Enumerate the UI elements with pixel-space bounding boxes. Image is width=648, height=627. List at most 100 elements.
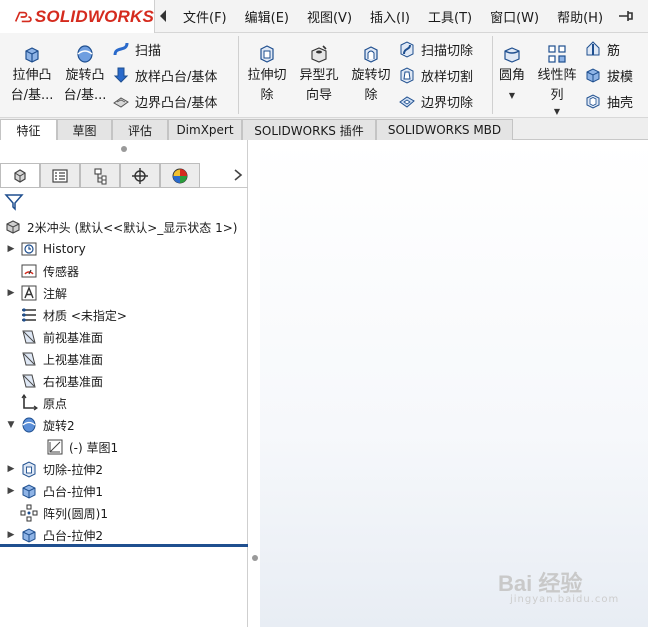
tab-dimxpert-manager[interactable]: [120, 163, 160, 188]
fillet-button[interactable]: 圆角 ▼: [494, 37, 530, 106]
tree-root-part[interactable]: 2米冲头 (默认<<默认>_显示状态 1>): [4, 216, 237, 238]
tree-item-circular-pattern1[interactable]: 阵列(圆周)1: [20, 502, 108, 524]
tree-item-annotations[interactable]: ▶ 注解: [6, 282, 67, 304]
feature-manager-panel: 2米冲头 (默认<<默认>_显示状态 1>) ▶ History 传感器 ▶ 注…: [0, 140, 248, 627]
extrude-boss-button[interactable]: 拉伸凸 台/基...: [6, 37, 58, 106]
lofted-cut-label: 放样切割: [421, 69, 474, 85]
panel-resize-handle[interactable]: [121, 146, 127, 152]
shell-label: 抽壳: [607, 95, 634, 111]
expand-arrow-icon[interactable]: ▶: [6, 464, 16, 474]
menu-edit[interactable]: 编辑(E): [245, 7, 289, 26]
draft-button[interactable]: 拔模: [584, 64, 633, 86]
sweep-label: 扫描: [135, 43, 162, 59]
tab-solidworks-mbd-label: SOLIDWORKS MBD: [387, 123, 502, 137]
tab-features[interactable]: 特征: [0, 119, 57, 140]
tree-item-origin[interactable]: 原点: [20, 392, 67, 414]
filter-icon[interactable]: [4, 192, 24, 212]
lofted-cut-icon: [400, 67, 414, 84]
tab-solidworks-addins[interactable]: SOLIDWORKS 插件: [242, 119, 376, 140]
tab-configuration-manager[interactable]: [80, 163, 120, 188]
part-icon: [6, 220, 20, 234]
revolve-cut-button[interactable]: 旋转切 除: [346, 37, 396, 106]
tree-item-sketch1[interactable]: (-) 草图1: [46, 436, 118, 458]
sensors-label: 传感器: [43, 264, 80, 279]
tree-item-boss-extrude2[interactable]: ▶ 凸台-拉伸2: [6, 524, 103, 546]
tab-property-manager[interactable]: [40, 163, 80, 188]
expand-arrow-icon[interactable]: ▶: [6, 288, 16, 298]
lofted-cut-button[interactable]: 放样切割: [398, 64, 473, 86]
tab-dimxpert[interactable]: DimXpert: [168, 119, 242, 140]
fillet-dropdown-caret-icon[interactable]: ▼: [509, 86, 515, 106]
plane-icon: [22, 352, 36, 366]
pin-icon[interactable]: [618, 9, 634, 23]
cut-extrude-icon: [22, 461, 36, 478]
watermark-subtext: jingyan.baidu.com: [510, 594, 620, 605]
boundary-cut-button[interactable]: 边界切除: [398, 90, 473, 112]
sketch-icon: [47, 439, 63, 455]
expand-arrow-icon[interactable]: ▶: [6, 244, 16, 254]
tab-sketch[interactable]: 草图: [57, 119, 112, 140]
material-label: 材质 <未指定>: [43, 308, 127, 323]
tab-evaluate[interactable]: 评估: [112, 119, 168, 140]
draft-icon: [586, 68, 600, 83]
rib-button[interactable]: 筋: [584, 38, 620, 60]
hole-wizard-button[interactable]: 异型孔 向导: [294, 37, 344, 106]
tab-display-manager[interactable]: [160, 163, 200, 188]
right-plane-label: 右视基准面: [43, 374, 104, 389]
tab-solidworks-addins-label: SOLIDWORKS 插件: [254, 123, 364, 138]
tree-item-revolve2[interactable]: ▼ 旋转2: [6, 414, 75, 436]
rib-icon: [586, 41, 600, 56]
tree-item-boss-extrude1[interactable]: ▶ 凸台-拉伸1: [6, 480, 103, 502]
annotation-icon: [21, 285, 37, 301]
ds-logo-icon: [14, 11, 32, 22]
tree-item-material[interactable]: 材质 <未指定>: [20, 304, 127, 326]
shell-button[interactable]: 抽壳: [584, 90, 633, 112]
swept-cut-button[interactable]: 扫描切除: [398, 38, 473, 60]
linear-pattern-button[interactable]: 线性阵 列 ▼: [534, 37, 580, 122]
material-icon: [22, 308, 36, 322]
sweep-icon: [113, 42, 129, 56]
graphics-area[interactable]: [260, 140, 648, 627]
rib-label: 筋: [607, 43, 621, 59]
panel-splitter[interactable]: [248, 140, 260, 627]
tree-item-sensors[interactable]: 传感器: [20, 260, 79, 282]
tree-item-top-plane[interactable]: 上视基准面: [20, 348, 103, 370]
extrude-cut-button[interactable]: 拉伸切 除: [242, 37, 292, 106]
loft-boss-button[interactable]: 放样凸台/基体: [112, 64, 217, 86]
tab-solidworks-mbd[interactable]: SOLIDWORKS MBD: [376, 119, 513, 140]
expand-arrow-icon[interactable]: ▶: [6, 486, 16, 496]
tab-feature-manager[interactable]: [0, 163, 40, 188]
boss-extrude-icon: [22, 528, 36, 543]
tree-item-front-plane[interactable]: 前视基准面: [20, 326, 103, 348]
sweep-button[interactable]: 扫描: [112, 38, 161, 60]
swept-cut-icon: [400, 41, 414, 58]
tab-features-label: 特征: [16, 123, 41, 138]
collapse-arrow-icon[interactable]: ▼: [6, 420, 16, 430]
boundary-boss-button[interactable]: 边界凸台/基体: [112, 90, 217, 112]
boss-extrude-icon: [22, 484, 36, 499]
revolve-boss-button[interactable]: 旋转凸 台/基...: [60, 37, 110, 106]
revolve2-label: 旋转2: [43, 418, 75, 433]
boundary-boss-icon: [113, 97, 129, 108]
revolve-boss-icon: [77, 45, 93, 63]
tree-item-history[interactable]: ▶ History: [6, 238, 86, 260]
revolve-cut-icon: [364, 46, 378, 63]
panel-tabs: [0, 163, 248, 188]
boundary-cut-icon: [399, 96, 415, 108]
menu-file[interactable]: 文件(F): [183, 7, 227, 26]
expand-arrow-icon[interactable]: ▶: [6, 530, 16, 540]
menu-help[interactable]: 帮助(H): [557, 7, 603, 26]
tree-item-right-plane[interactable]: 右视基准面: [20, 370, 103, 392]
solidworks-logo[interactable]: SOLIDWORKS: [0, 0, 155, 33]
menu-window[interactable]: 窗口(W): [490, 7, 539, 26]
menu-view[interactable]: 视图(V): [307, 7, 352, 26]
circular-pattern-icon: [20, 504, 38, 522]
splitter-handle[interactable]: [252, 555, 258, 561]
hole-wizard-label-1: 异型孔: [299, 68, 339, 83]
menu-tools[interactable]: 工具(T): [428, 7, 472, 26]
rollback-bar[interactable]: [0, 544, 248, 547]
chevron-right-icon[interactable]: [232, 167, 244, 183]
menu-collapse-arrow-icon[interactable]: [158, 8, 168, 24]
tree-item-cut-extrude2[interactable]: ▶ 切除-拉伸2: [6, 458, 103, 480]
menu-insert[interactable]: 插入(I): [370, 7, 410, 26]
